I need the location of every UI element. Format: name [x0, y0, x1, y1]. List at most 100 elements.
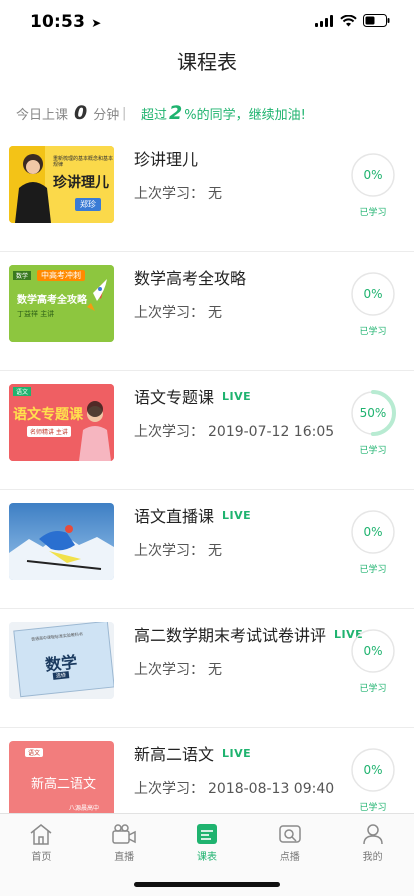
- course-thumbnail: 普通高中课程标准实验教科书 数学 选修: [9, 622, 114, 699]
- last-study-label: 上次学习：: [134, 543, 204, 559]
- progress-percent: 0%: [363, 525, 383, 539]
- last-study-value: 2019-07-12 16:05: [208, 424, 335, 440]
- course-title: 语文直播课 LIVE: [134, 503, 251, 527]
- video-icon: [279, 825, 301, 843]
- status-icons: [315, 14, 390, 27]
- skier-illustration: [9, 503, 114, 580]
- course-thumbnail: 重新梳理的基本概念和基本规律 珍讲理儿 郑珍: [9, 146, 114, 223]
- home-indicator: [134, 882, 280, 887]
- beat-prefix: 超过: [141, 108, 168, 123]
- last-study: 上次学习：无: [134, 183, 222, 203]
- progress-percent: 50%: [359, 406, 387, 420]
- last-study: 上次学习： 2019-07-12 16:05: [134, 421, 334, 441]
- course-item[interactable]: 语文直播课 LIVE 上次学习：无 0% 已学习: [0, 490, 414, 609]
- course-title-text: 语文直播课: [134, 507, 215, 526]
- course-title: 新高二语文 LIVE: [134, 741, 251, 765]
- thumb-author: 八源晨高中: [69, 805, 100, 812]
- schedule-icon: [196, 824, 217, 844]
- today-minutes: 今日上课 0 分钟: [16, 102, 119, 124]
- thumb-author: 名师精讲 主讲: [27, 426, 71, 437]
- last-study-value: 无: [208, 543, 222, 559]
- course-item[interactable]: 普通高中课程标准实验教科书 数学 选修 高二数学期末考试试卷讲评 LIVE 上次学…: [0, 609, 414, 728]
- live-badge: LIVE: [222, 389, 252, 403]
- course-list[interactable]: 重新梳理的基本概念和基本规律 珍讲理儿 郑珍 珍讲理儿 上次学习：无 0% 已学…: [0, 133, 414, 813]
- battery-icon: [363, 14, 390, 27]
- last-study: 上次学习：无: [134, 540, 222, 560]
- progress-ring: 50%: [350, 390, 396, 436]
- learned-label: 已学习: [359, 446, 387, 456]
- course-thumbnail: 语文 语文专题课 名师精讲 主讲: [9, 384, 114, 461]
- last-study-label: 上次学习：: [134, 424, 204, 440]
- progress-ring: 0%: [350, 747, 396, 793]
- course-title: 语文专题课 LIVE: [134, 384, 251, 408]
- course-item[interactable]: 重新梳理的基本概念和基本规律 珍讲理儿 郑珍 珍讲理儿 上次学习：无 0% 已学…: [0, 133, 414, 252]
- progress-percent: 0%: [363, 287, 383, 301]
- thumb-subtitle: 重新梳理的基本概念和基本规律: [53, 156, 114, 168]
- tab-label: 课表: [196, 852, 217, 863]
- minutes-value: 0: [74, 102, 88, 124]
- progress-ring: 0%: [350, 152, 396, 198]
- last-study-value: 无: [208, 186, 222, 202]
- progress-ring: 0%: [350, 509, 396, 555]
- tab-label: 我的: [362, 852, 383, 863]
- progress-percent: 0%: [363, 763, 383, 777]
- course-title: 高二数学期末考试试卷讲评 LIVE: [134, 622, 363, 646]
- thumb-author: 郑珍: [75, 198, 101, 211]
- course-title-text: 数学高考全攻略: [134, 269, 247, 288]
- tab-label: 点播: [279, 852, 300, 863]
- thumb-title: 语文专题课: [13, 407, 83, 423]
- tab-me[interactable]: 我的: [331, 814, 414, 896]
- thumb-title: 新高二语文: [31, 777, 97, 792]
- course-title-text: 高二数学期末考试试卷讲评: [134, 626, 327, 645]
- progress-percent: 0%: [363, 168, 383, 182]
- thumb-title: 数学高考全攻略: [17, 295, 87, 306]
- person-icon: [362, 824, 383, 845]
- beat-suffix: %的同学，继续加油!: [184, 108, 306, 123]
- last-study: 上次学习：无: [134, 659, 222, 679]
- course-item[interactable]: 数学 中高考冲刺 数学高考全攻略 丁益祥 主讲 数学高考全攻略 上次学习：无 0…: [0, 252, 414, 371]
- thumb-subject: 数学: [13, 271, 32, 280]
- live-badge: LIVE: [222, 746, 252, 760]
- course-item[interactable]: 语文 新高二语文 八源晨高中 新高二语文 LIVE 上次学习： 2018-08-13…: [0, 728, 414, 813]
- course-item[interactable]: 语文 语文专题课 名师精讲 主讲 语文专题课 LIVE 上次学习： 2019-07-…: [0, 371, 414, 490]
- thumb-author: 丁益祥 主讲: [17, 310, 55, 318]
- summary-divider: |: [122, 105, 127, 121]
- last-study-label: 上次学习：: [134, 186, 204, 202]
- status-bar: 10:53 ➤: [0, 0, 414, 44]
- progress-percent: 0%: [363, 644, 383, 658]
- learned-label: 已学习: [359, 565, 387, 575]
- course-thumbnail: 数学 中高考冲刺 数学高考全攻略 丁益祥 主讲: [9, 265, 114, 342]
- last-study-label: 上次学习：: [134, 781, 204, 797]
- beat-percentage: 超过 2 %的同学，继续加油!: [141, 102, 306, 124]
- last-study-value: 无: [208, 305, 222, 321]
- thumb-subject: 语文: [25, 748, 44, 757]
- signal-icon: [315, 14, 333, 27]
- home-icon: [30, 824, 52, 845]
- progress-ring: 0%: [350, 271, 396, 317]
- page-title: 课程表: [177, 50, 237, 74]
- last-study-label: 上次学习：: [134, 305, 204, 321]
- camera-icon: [112, 824, 136, 844]
- course-title: 数学高考全攻略: [134, 265, 246, 289]
- course-title-text: 新高二语文: [134, 745, 215, 764]
- course-thumbnail: 语文 新高二语文 八源晨高中: [9, 741, 114, 813]
- minutes-unit: 分钟: [93, 108, 120, 123]
- learned-label: 已学习: [359, 208, 387, 218]
- thumb-title: 珍讲理儿: [53, 175, 109, 191]
- live-badge: LIVE: [222, 508, 252, 522]
- tab-home[interactable]: 首页: [0, 814, 83, 896]
- course-title-text: 语文专题课: [134, 388, 215, 407]
- study-summary: 今日上课 0 分钟 | 超过 2 %的同学，继续加油!: [0, 100, 414, 126]
- thumb-banner: 中高考冲刺: [37, 270, 85, 281]
- thumb-subject: 语文: [13, 387, 32, 396]
- beat-value: 2: [169, 102, 183, 124]
- course-title-text: 珍讲理儿: [134, 150, 199, 169]
- learned-label: 已学习: [359, 803, 387, 813]
- tab-label: 首页: [31, 852, 52, 863]
- last-study-label: 上次学习：: [134, 662, 204, 678]
- learned-label: 已学习: [359, 684, 387, 694]
- last-study: 上次学习： 2018-08-13 09:40: [134, 778, 334, 798]
- today-label: 今日上课: [16, 108, 69, 123]
- last-study: 上次学习：无: [134, 302, 222, 322]
- wifi-icon: [340, 14, 357, 26]
